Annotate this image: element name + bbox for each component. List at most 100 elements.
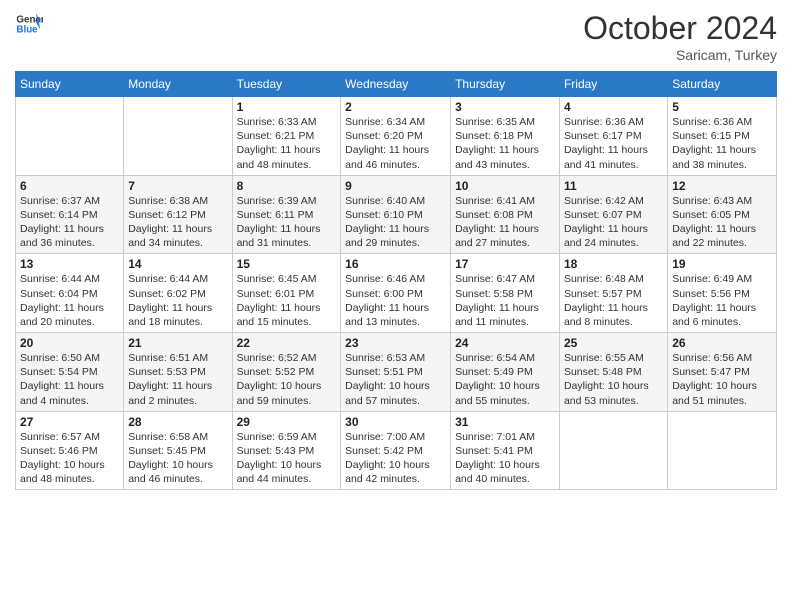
calendar-cell: 10Sunrise: 6:41 AM Sunset: 6:08 PM Dayli… <box>451 175 560 254</box>
calendar-cell <box>668 411 777 490</box>
day-number: 26 <box>672 336 772 350</box>
calendar-cell: 13Sunrise: 6:44 AM Sunset: 6:04 PM Dayli… <box>16 254 124 333</box>
day-info: Sunrise: 7:00 AM Sunset: 5:42 PM Dayligh… <box>345 430 446 487</box>
calendar-cell: 5Sunrise: 6:36 AM Sunset: 6:15 PM Daylig… <box>668 97 777 176</box>
day-number: 2 <box>345 100 446 114</box>
calendar-cell: 16Sunrise: 6:46 AM Sunset: 6:00 PM Dayli… <box>341 254 451 333</box>
day-number: 20 <box>20 336 119 350</box>
day-number: 27 <box>20 415 119 429</box>
day-number: 16 <box>345 257 446 271</box>
day-number: 10 <box>455 179 555 193</box>
calendar-cell: 19Sunrise: 6:49 AM Sunset: 5:56 PM Dayli… <box>668 254 777 333</box>
calendar-cell: 17Sunrise: 6:47 AM Sunset: 5:58 PM Dayli… <box>451 254 560 333</box>
day-number: 24 <box>455 336 555 350</box>
calendar-cell: 8Sunrise: 6:39 AM Sunset: 6:11 PM Daylig… <box>232 175 341 254</box>
day-number: 7 <box>128 179 227 193</box>
calendar-cell: 30Sunrise: 7:00 AM Sunset: 5:42 PM Dayli… <box>341 411 451 490</box>
day-number: 8 <box>237 179 337 193</box>
month-title: October 2024 <box>583 10 777 47</box>
day-number: 28 <box>128 415 227 429</box>
calendar-cell: 28Sunrise: 6:58 AM Sunset: 5:45 PM Dayli… <box>124 411 232 490</box>
day-number: 25 <box>564 336 663 350</box>
day-number: 30 <box>345 415 446 429</box>
day-info: Sunrise: 6:48 AM Sunset: 5:57 PM Dayligh… <box>564 272 663 329</box>
calendar-cell: 23Sunrise: 6:53 AM Sunset: 5:51 PM Dayli… <box>341 333 451 412</box>
day-info: Sunrise: 6:44 AM Sunset: 6:04 PM Dayligh… <box>20 272 119 329</box>
calendar-cell <box>124 97 232 176</box>
calendar-cell: 24Sunrise: 6:54 AM Sunset: 5:49 PM Dayli… <box>451 333 560 412</box>
calendar-cell: 26Sunrise: 6:56 AM Sunset: 5:47 PM Dayli… <box>668 333 777 412</box>
day-info: Sunrise: 6:52 AM Sunset: 5:52 PM Dayligh… <box>237 351 337 408</box>
day-number: 12 <box>672 179 772 193</box>
calendar-cell: 7Sunrise: 6:38 AM Sunset: 6:12 PM Daylig… <box>124 175 232 254</box>
calendar-table: Sunday Monday Tuesday Wednesday Thursday… <box>15 71 777 490</box>
day-info: Sunrise: 6:51 AM Sunset: 5:53 PM Dayligh… <box>128 351 227 408</box>
calendar-week-4: 20Sunrise: 6:50 AM Sunset: 5:54 PM Dayli… <box>16 333 777 412</box>
calendar-cell: 9Sunrise: 6:40 AM Sunset: 6:10 PM Daylig… <box>341 175 451 254</box>
day-info: Sunrise: 6:49 AM Sunset: 5:56 PM Dayligh… <box>672 272 772 329</box>
day-number: 4 <box>564 100 663 114</box>
day-info: Sunrise: 7:01 AM Sunset: 5:41 PM Dayligh… <box>455 430 555 487</box>
day-info: Sunrise: 6:33 AM Sunset: 6:21 PM Dayligh… <box>237 115 337 172</box>
calendar-cell: 20Sunrise: 6:50 AM Sunset: 5:54 PM Dayli… <box>16 333 124 412</box>
day-info: Sunrise: 6:53 AM Sunset: 5:51 PM Dayligh… <box>345 351 446 408</box>
day-info: Sunrise: 6:45 AM Sunset: 6:01 PM Dayligh… <box>237 272 337 329</box>
svg-text:Blue: Blue <box>16 24 38 35</box>
calendar-header-row: Sunday Monday Tuesday Wednesday Thursday… <box>16 72 777 97</box>
day-number: 14 <box>128 257 227 271</box>
day-number: 17 <box>455 257 555 271</box>
day-info: Sunrise: 6:43 AM Sunset: 6:05 PM Dayligh… <box>672 194 772 251</box>
day-info: Sunrise: 6:41 AM Sunset: 6:08 PM Dayligh… <box>455 194 555 251</box>
calendar-cell: 11Sunrise: 6:42 AM Sunset: 6:07 PM Dayli… <box>559 175 667 254</box>
day-number: 9 <box>345 179 446 193</box>
day-info: Sunrise: 6:58 AM Sunset: 5:45 PM Dayligh… <box>128 430 227 487</box>
day-info: Sunrise: 6:50 AM Sunset: 5:54 PM Dayligh… <box>20 351 119 408</box>
day-info: Sunrise: 6:36 AM Sunset: 6:17 PM Dayligh… <box>564 115 663 172</box>
day-info: Sunrise: 6:55 AM Sunset: 5:48 PM Dayligh… <box>564 351 663 408</box>
calendar-cell: 6Sunrise: 6:37 AM Sunset: 6:14 PM Daylig… <box>16 175 124 254</box>
title-block: October 2024 Saricam, Turkey <box>583 10 777 63</box>
day-info: Sunrise: 6:35 AM Sunset: 6:18 PM Dayligh… <box>455 115 555 172</box>
day-number: 23 <box>345 336 446 350</box>
logo: General Blue <box>15 10 43 38</box>
header: General Blue October 2024 Saricam, Turke… <box>15 10 777 63</box>
calendar-cell: 27Sunrise: 6:57 AM Sunset: 5:46 PM Dayli… <box>16 411 124 490</box>
header-thursday: Thursday <box>451 72 560 97</box>
day-info: Sunrise: 6:56 AM Sunset: 5:47 PM Dayligh… <box>672 351 772 408</box>
day-info: Sunrise: 6:54 AM Sunset: 5:49 PM Dayligh… <box>455 351 555 408</box>
calendar-cell: 31Sunrise: 7:01 AM Sunset: 5:41 PM Dayli… <box>451 411 560 490</box>
day-info: Sunrise: 6:57 AM Sunset: 5:46 PM Dayligh… <box>20 430 119 487</box>
day-info: Sunrise: 6:42 AM Sunset: 6:07 PM Dayligh… <box>564 194 663 251</box>
day-number: 3 <box>455 100 555 114</box>
calendar-cell: 4Sunrise: 6:36 AM Sunset: 6:17 PM Daylig… <box>559 97 667 176</box>
day-info: Sunrise: 6:59 AM Sunset: 5:43 PM Dayligh… <box>237 430 337 487</box>
calendar-cell: 25Sunrise: 6:55 AM Sunset: 5:48 PM Dayli… <box>559 333 667 412</box>
logo-icon: General Blue <box>15 10 43 38</box>
day-number: 18 <box>564 257 663 271</box>
calendar-cell: 21Sunrise: 6:51 AM Sunset: 5:53 PM Dayli… <box>124 333 232 412</box>
header-saturday: Saturday <box>668 72 777 97</box>
calendar-cell <box>559 411 667 490</box>
day-info: Sunrise: 6:36 AM Sunset: 6:15 PM Dayligh… <box>672 115 772 172</box>
day-number: 1 <box>237 100 337 114</box>
calendar-cell: 14Sunrise: 6:44 AM Sunset: 6:02 PM Dayli… <box>124 254 232 333</box>
header-monday: Monday <box>124 72 232 97</box>
day-info: Sunrise: 6:40 AM Sunset: 6:10 PM Dayligh… <box>345 194 446 251</box>
calendar-cell: 2Sunrise: 6:34 AM Sunset: 6:20 PM Daylig… <box>341 97 451 176</box>
calendar-cell: 15Sunrise: 6:45 AM Sunset: 6:01 PM Dayli… <box>232 254 341 333</box>
calendar-cell: 22Sunrise: 6:52 AM Sunset: 5:52 PM Dayli… <box>232 333 341 412</box>
day-info: Sunrise: 6:34 AM Sunset: 6:20 PM Dayligh… <box>345 115 446 172</box>
calendar-cell: 29Sunrise: 6:59 AM Sunset: 5:43 PM Dayli… <box>232 411 341 490</box>
day-number: 29 <box>237 415 337 429</box>
header-friday: Friday <box>559 72 667 97</box>
day-number: 31 <box>455 415 555 429</box>
header-sunday: Sunday <box>16 72 124 97</box>
calendar-week-1: 1Sunrise: 6:33 AM Sunset: 6:21 PM Daylig… <box>16 97 777 176</box>
day-number: 15 <box>237 257 337 271</box>
day-info: Sunrise: 6:38 AM Sunset: 6:12 PM Dayligh… <box>128 194 227 251</box>
day-number: 5 <box>672 100 772 114</box>
header-wednesday: Wednesday <box>341 72 451 97</box>
day-info: Sunrise: 6:47 AM Sunset: 5:58 PM Dayligh… <box>455 272 555 329</box>
day-info: Sunrise: 6:37 AM Sunset: 6:14 PM Dayligh… <box>20 194 119 251</box>
calendar-week-5: 27Sunrise: 6:57 AM Sunset: 5:46 PM Dayli… <box>16 411 777 490</box>
